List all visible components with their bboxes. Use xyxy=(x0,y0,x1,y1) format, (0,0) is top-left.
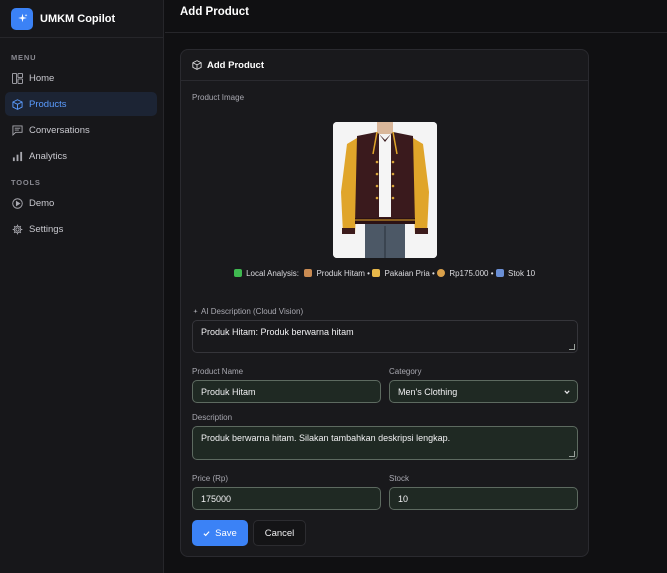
stock-value: 10 xyxy=(398,493,409,504)
local-analysis-summary: Local Analysis: Produk Hitam • Pakaian P… xyxy=(181,269,588,278)
analysis-prefix: Local Analysis: xyxy=(246,269,299,278)
ai-description-value: Produk Hitam: Produk berwarna hitam xyxy=(201,327,354,337)
play-circle-icon xyxy=(11,197,23,209)
chart-icon xyxy=(495,269,504,277)
sidebar-item-analytics[interactable]: Analytics xyxy=(5,144,157,168)
description-label: Description xyxy=(192,413,233,422)
check-icon xyxy=(203,530,210,536)
chat-icon xyxy=(11,124,23,136)
price-input[interactable]: 175000 xyxy=(192,487,381,510)
price-value: 175000 xyxy=(201,493,232,504)
ai-description-label: AI Description (Cloud Vision) xyxy=(192,307,303,316)
analysis-price: Rp175.000 xyxy=(449,269,489,278)
gear-icon xyxy=(11,223,23,235)
sidebar-item-label: Analytics xyxy=(29,150,68,162)
add-product-card: Add Product Product Image Local Analysis… xyxy=(180,49,589,557)
tools-nav: Demo Settings xyxy=(0,191,163,241)
product-name-label: Product Name xyxy=(192,367,244,376)
ai-description-label-text: AI Description (Cloud Vision) xyxy=(201,307,304,316)
folder-icon xyxy=(372,269,381,277)
card-header: Add Product xyxy=(181,50,588,81)
save-button[interactable]: Save xyxy=(192,520,248,546)
price-label: Price (Rp) xyxy=(192,474,229,483)
layout-icon xyxy=(11,72,23,84)
money-bag-icon xyxy=(437,269,446,277)
sidebar: UMKM Copilot MENU Home Products Conversa… xyxy=(0,0,164,573)
product-image[interactable] xyxy=(333,122,437,258)
analysis-category: Pakaian Pria xyxy=(384,269,430,278)
tools-section-label: TOOLS xyxy=(11,178,41,187)
menu-nav: Home Products Conversations Analytics xyxy=(0,66,163,168)
product-image-label: Product Image xyxy=(192,93,245,102)
sparkle-logo-icon xyxy=(11,7,33,30)
cancel-button-label: Cancel xyxy=(264,527,295,539)
chevron-down-icon xyxy=(564,389,570,394)
description-value: Produk berwarna hitam. Silakan tambahkan… xyxy=(201,433,451,443)
sidebar-item-home[interactable]: Home xyxy=(5,66,157,90)
resize-handle[interactable] xyxy=(569,451,575,457)
sidebar-item-demo[interactable]: Demo xyxy=(5,191,157,215)
separator-dot: • xyxy=(432,269,435,278)
sidebar-item-label: Products xyxy=(29,98,67,110)
product-name-value: Produk Hitam xyxy=(201,386,256,397)
stock-input[interactable]: 10 xyxy=(389,487,578,510)
sidebar-item-products[interactable]: Products xyxy=(5,92,157,116)
app-title: UMKM Copilot xyxy=(40,12,116,25)
category-select[interactable]: Men's Clothing xyxy=(389,380,578,403)
category-label: Category xyxy=(389,367,422,376)
menu-section-label: MENU xyxy=(11,53,37,62)
sidebar-item-label: Home xyxy=(29,72,55,84)
separator-dot: • xyxy=(490,269,494,278)
category-value: Men's Clothing xyxy=(398,386,458,397)
package-icon xyxy=(304,269,313,277)
save-button-label: Save xyxy=(215,527,237,539)
sidebar-item-label: Conversations xyxy=(29,124,90,136)
description-textarea[interactable]: Produk berwarna hitam. Silakan tambahkan… xyxy=(192,426,578,460)
resize-handle[interactable] xyxy=(569,344,575,350)
brand[interactable]: UMKM Copilot xyxy=(0,0,163,38)
cancel-button[interactable]: Cancel xyxy=(253,520,306,546)
card-title: Add Product xyxy=(207,59,264,71)
separator-dot: • xyxy=(367,269,370,278)
analysis-stock: Stok 10 xyxy=(508,269,536,278)
sidebar-item-label: Settings xyxy=(29,223,64,235)
sidebar-item-conversations[interactable]: Conversations xyxy=(5,118,157,142)
sparkle-icon xyxy=(193,308,198,314)
stock-label: Stock xyxy=(389,474,410,483)
box-icon xyxy=(11,98,23,110)
product-name-input[interactable]: Produk Hitam xyxy=(192,380,381,403)
bar-chart-icon xyxy=(11,150,23,162)
top-bar: Add Product xyxy=(165,0,667,33)
page-title: Add Product xyxy=(180,6,249,18)
sidebar-item-label: Demo xyxy=(29,197,55,209)
box-icon xyxy=(192,60,202,70)
sidebar-item-settings[interactable]: Settings xyxy=(5,217,157,241)
analysis-product: Produk Hitam xyxy=(316,269,365,278)
ai-description-textarea[interactable]: Produk Hitam: Produk berwarna hitam xyxy=(192,320,578,353)
check-icon xyxy=(233,269,242,277)
